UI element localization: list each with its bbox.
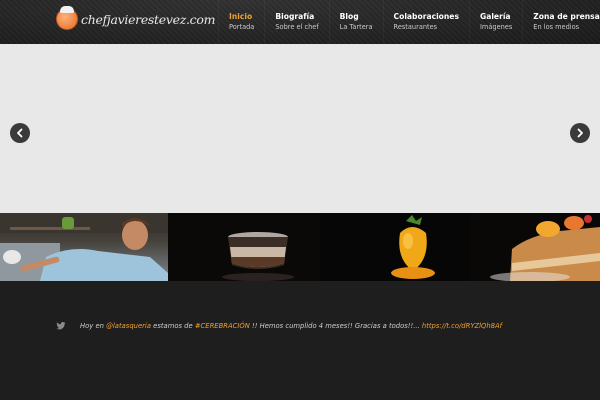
tweet-hashtag-link[interactable]: #CEREBRACIÓN (195, 322, 250, 330)
nav-label: Biografía (275, 12, 315, 21)
nav-item-zona-de-prensa[interactable]: Zona de prensa En los medios (522, 0, 600, 44)
nav-item-blog[interactable]: Blog La Tartera (328, 0, 383, 44)
site-header: chefjavierestevez.com Inicio Portada Bio… (0, 0, 600, 44)
thumbnail-orange-dessert[interactable] (320, 213, 470, 281)
chef-hat-icon (56, 6, 78, 30)
chevron-left-icon (17, 128, 23, 138)
chef-photo-illustration (0, 213, 168, 281)
hero-slider (0, 44, 600, 214)
nav-label: Inicio (229, 12, 253, 21)
tweet-text-part: estamos de (150, 322, 195, 330)
tweet-mention-link[interactable]: @latasqueria (106, 322, 151, 330)
gallery-thumbnails (0, 213, 600, 281)
latest-tweet: Hoy en @latasqueria estamos de #CEREBRAC… (56, 321, 502, 331)
twitter-bird-icon[interactable] (56, 321, 66, 331)
main-nav: Inicio Portada Biografía Sobre el chef B… (218, 0, 600, 44)
cake-slice-illustration (490, 215, 600, 281)
nav-sublabel: En los medios (533, 23, 580, 31)
tweet-text: Hoy en @latasqueria estamos de #CEREBRAC… (80, 322, 502, 330)
nav-item-colaboraciones[interactable]: Colaboraciones Restaurantes (382, 0, 469, 44)
nav-label: Zona de prensa (533, 12, 600, 21)
nav-sublabel: Restaurantes (393, 23, 438, 31)
nav-label: Blog (339, 12, 359, 21)
nav-item-biografia[interactable]: Biografía Sobre el chef (264, 0, 328, 44)
site-footer (0, 281, 600, 400)
tweet-text-part: !! Hemos cumplido 4 meses!! Gracias a to… (249, 322, 422, 330)
nav-sublabel: Imágenes (479, 23, 513, 31)
chevron-right-icon (577, 128, 583, 138)
nav-sublabel: Portada (229, 23, 255, 31)
tweet-text-part: Hoy en (80, 322, 107, 330)
nav-item-inicio[interactable]: Inicio Portada (218, 0, 264, 44)
logo-text: chefjavierestevez.com (81, 11, 216, 27)
orange-dessert-illustration (391, 215, 435, 279)
nav-label: Galería (479, 12, 511, 21)
tweet-url-link[interactable]: https://t.co/dRYZlQh8Af (422, 322, 502, 330)
dessert-glass-illustration (222, 232, 294, 281)
nav-item-galeria[interactable]: Galería Imágenes (468, 0, 522, 44)
slider-prev-button[interactable] (10, 123, 30, 143)
site-logo[interactable]: chefjavierestevez.com (56, 6, 216, 30)
thumbnail-cake-slice[interactable] (470, 213, 600, 281)
thumbnail-chef-photo[interactable] (0, 213, 168, 281)
nav-sublabel: La Tartera (339, 23, 373, 31)
thumbnail-dessert-glass[interactable] (168, 213, 320, 281)
slider-next-button[interactable] (570, 123, 590, 143)
nav-label: Colaboraciones (393, 12, 459, 21)
nav-sublabel: Sobre el chef (275, 23, 319, 31)
